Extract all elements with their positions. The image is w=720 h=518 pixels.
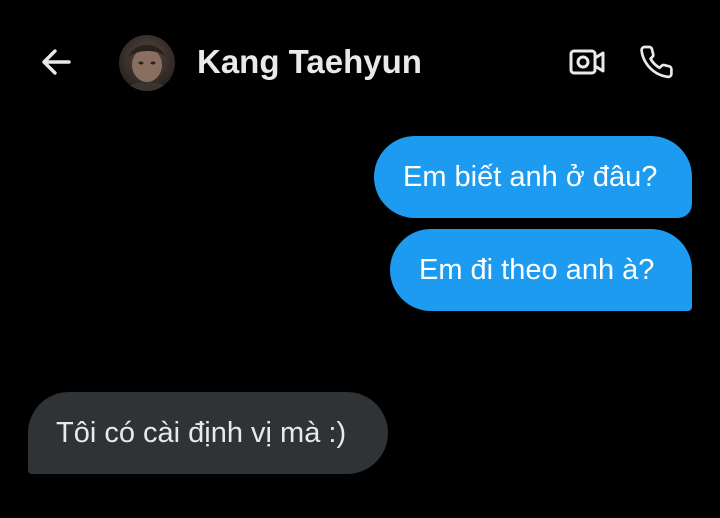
message-text: Tôi có cài định vị mà :) bbox=[56, 417, 347, 449]
voice-call-button[interactable] bbox=[634, 40, 680, 84]
video-call-button[interactable] bbox=[564, 40, 610, 84]
avatar[interactable] bbox=[119, 35, 175, 91]
arrow-left-icon bbox=[42, 49, 71, 75]
message-bubble-sent[interactable]: Em đi theo anh à? bbox=[390, 229, 692, 311]
phone-icon bbox=[640, 45, 673, 79]
contact-name[interactable]: Kang Taehyun bbox=[197, 42, 422, 82]
message-bubble-sent[interactable]: Em biết anh ở đâu? bbox=[374, 136, 692, 218]
back-button[interactable] bbox=[34, 40, 78, 84]
message-text: Em biết anh ở đâu? bbox=[403, 161, 658, 193]
message-text: Em đi theo anh à? bbox=[419, 254, 655, 286]
conversation-header: Kang Taehyun bbox=[0, 0, 720, 124]
message-bubble-received[interactable]: Tôi có cài định vị mà :) bbox=[28, 392, 388, 474]
video-camera-icon bbox=[569, 49, 605, 75]
avatar-photo bbox=[119, 35, 175, 91]
